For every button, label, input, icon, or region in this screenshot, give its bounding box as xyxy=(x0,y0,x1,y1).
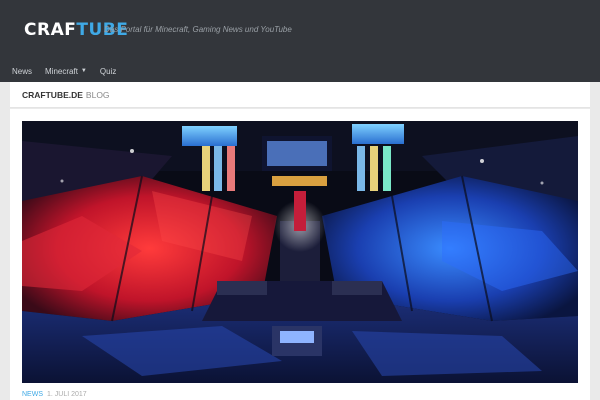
post-date: 1. JULI 2017 xyxy=(47,391,87,398)
featured-image[interactable] xyxy=(22,121,578,383)
nav-item-news[interactable]: News xyxy=(12,67,32,76)
site-header: CRAFTUBE Das Portal für Minecraft, Gamin… xyxy=(0,0,600,82)
main-navigation: News Minecraft ▼ Quiz xyxy=(12,64,129,78)
page-title-section: BLOG xyxy=(85,89,110,100)
page-title-bar: CRAFTUBE.DE BLOG xyxy=(10,82,590,108)
esports-arena-illustration xyxy=(22,121,578,383)
page-title-site: CRAFTUBE.DE xyxy=(22,89,83,100)
nav-item-label: News xyxy=(12,66,33,76)
post-meta: NEWS 1. JULI 2017 xyxy=(22,391,87,398)
nav-item-quiz[interactable]: Quiz xyxy=(100,67,116,76)
nav-item-label: Minecraft xyxy=(45,66,78,76)
post-category-link[interactable]: NEWS xyxy=(22,391,43,398)
nav-item-label: Quiz xyxy=(99,66,117,76)
content-area: NEWS 1. JULI 2017 xyxy=(10,109,590,400)
nav-item-minecraft[interactable]: Minecraft ▼ xyxy=(45,67,87,76)
chevron-down-icon: ▼ xyxy=(80,68,87,74)
site-tagline: Das Portal für Minecraft, Gaming News un… xyxy=(104,25,292,34)
